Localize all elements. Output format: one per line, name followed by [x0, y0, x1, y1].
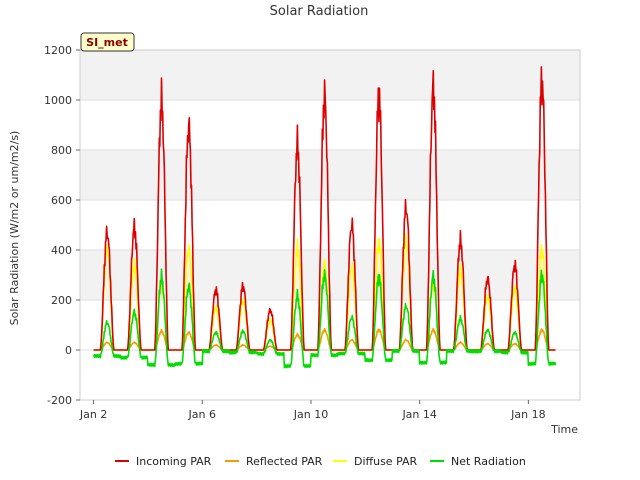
- x-tick-label: Jan 18: [510, 408, 545, 421]
- plot-background: [80, 50, 580, 300]
- shaded-band-2: [80, 50, 580, 100]
- y-tick-label: 1200: [44, 44, 72, 57]
- station-tag: SI_met: [80, 32, 135, 52]
- series-line-incoming: [93, 66, 556, 351]
- x-tick-label: Jan 2: [79, 408, 107, 421]
- legend-item-net: Net Radiation: [430, 455, 526, 468]
- legend-item-reflected: Reflected PAR: [225, 455, 323, 468]
- x-tick-label: Jan 10: [293, 408, 328, 421]
- y-axis-ticks: -200 0 200 400 600 800 1000 1200: [44, 44, 80, 407]
- legend-item-incoming: Incoming PAR: [115, 455, 212, 468]
- y-tick-label: 0: [65, 344, 72, 357]
- x-axis-label: Time: [550, 423, 578, 436]
- svg-text:SI_met: SI_met: [86, 36, 128, 49]
- y-tick-label: 800: [51, 144, 72, 157]
- y-tick-label: -200: [47, 394, 72, 407]
- legend: Incoming PAR Reflected PAR Diffuse PAR Net …: [115, 455, 526, 468]
- y-axis-label: Solar Radiation (W/m2 or um/m2/s): [8, 131, 21, 326]
- y-tick-label: 1000: [44, 94, 72, 107]
- solar-radiation-chart: Solar Radiation -200 0 200 400 600 800 1000 120…: [8, 4, 581, 468]
- y-tick-label: 400: [51, 244, 72, 257]
- legend-item-diffuse: Diffuse PAR: [333, 455, 418, 468]
- y-tick-label: 600: [51, 194, 72, 207]
- legend-label: Diffuse PAR: [354, 455, 418, 468]
- chart-title: Solar Radiation: [270, 4, 369, 19]
- x-tick-label: Jan 6: [188, 408, 216, 421]
- y-tick-label: 200: [51, 294, 72, 307]
- shaded-band-1: [80, 150, 580, 200]
- x-tick-label: Jan 14: [401, 408, 436, 421]
- legend-label: Net Radiation: [451, 455, 526, 468]
- series-lines: [92, 66, 557, 369]
- legend-label: Incoming PAR: [136, 455, 212, 468]
- legend-label: Reflected PAR: [246, 455, 323, 468]
- x-axis-ticks: Jan 2 Jan 6 Jan 10 Jan 14 Jan 18: [79, 400, 546, 421]
